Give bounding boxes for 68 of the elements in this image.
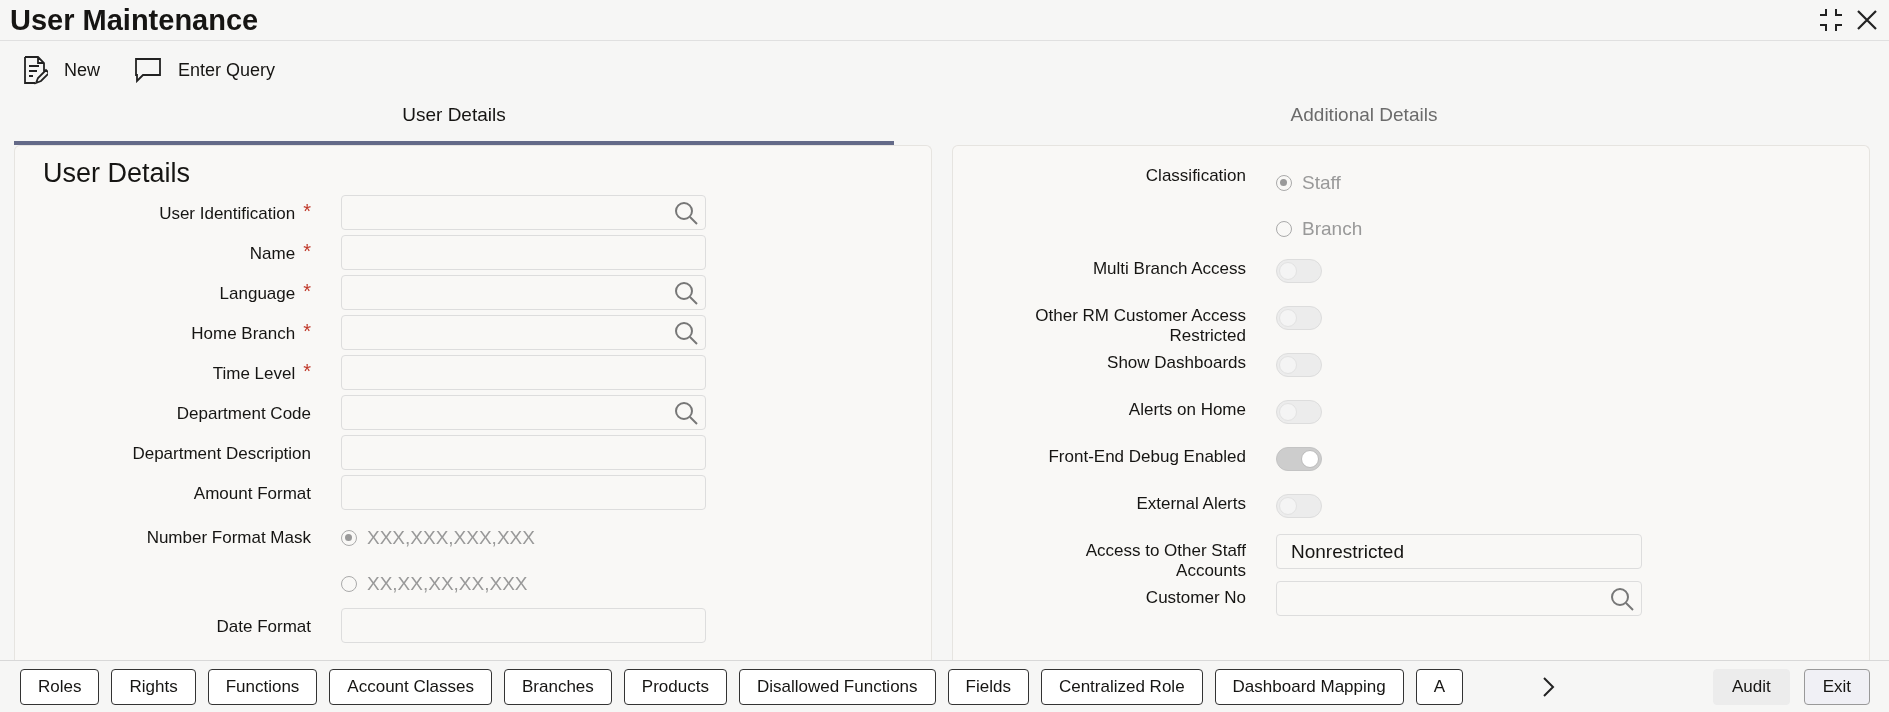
field-label: Department Description bbox=[132, 444, 311, 464]
field-label: Home Branch bbox=[191, 324, 296, 344]
lookup-field[interactable] bbox=[341, 275, 706, 310]
chevron-right-icon[interactable] bbox=[1541, 675, 1555, 698]
input-field[interactable] bbox=[341, 235, 706, 270]
field-label: Access to Other Staff Accounts bbox=[1084, 541, 1246, 581]
footer-button[interactable]: Fields bbox=[947, 668, 1029, 705]
search-icon[interactable] bbox=[673, 199, 699, 226]
input-field[interactable] bbox=[341, 608, 706, 643]
field-label: Show Dashboards bbox=[1107, 353, 1246, 373]
footer-button[interactable]: Roles bbox=[20, 668, 100, 705]
field-label: User Identification bbox=[159, 204, 296, 224]
input-field[interactable] bbox=[341, 435, 706, 470]
collapse-icon[interactable] bbox=[1817, 6, 1845, 34]
field-label: Language bbox=[219, 284, 296, 304]
footer-button[interactable]: Functions bbox=[207, 668, 318, 705]
field-label: External Alerts bbox=[1136, 494, 1246, 514]
input-field[interactable]: Nonrestricted bbox=[1276, 534, 1642, 569]
required-mark: * bbox=[303, 284, 311, 298]
speech-bubble-icon bbox=[134, 57, 162, 83]
field-label: Classification bbox=[1145, 166, 1246, 186]
footer-button[interactable]: Disallowed Functions bbox=[738, 668, 936, 705]
field-label: Number Format Mask bbox=[146, 528, 311, 548]
lookup-field[interactable] bbox=[341, 195, 706, 230]
lookup-field[interactable] bbox=[341, 395, 706, 430]
footer-button[interactable]: A bbox=[1415, 668, 1464, 705]
footer-button[interactable]: Branches bbox=[504, 668, 612, 705]
toggle-switch[interactable] bbox=[1276, 400, 1322, 424]
field-label: Multi Branch Access bbox=[1092, 259, 1246, 279]
field-label: Department Code bbox=[176, 404, 311, 424]
lookup-field[interactable] bbox=[341, 315, 706, 350]
footer-button[interactable]: Rights bbox=[111, 668, 196, 705]
close-icon[interactable] bbox=[1855, 8, 1879, 32]
toggle-switch[interactable] bbox=[1276, 306, 1322, 330]
field-label: Time Level bbox=[212, 364, 296, 384]
field-label: Customer No bbox=[1145, 588, 1246, 608]
footer-button[interactable]: Products bbox=[623, 668, 727, 705]
required-mark: * bbox=[303, 204, 311, 218]
field-label: Amount Format bbox=[193, 484, 311, 504]
toolbar-button[interactable]: Enter Query bbox=[134, 57, 276, 83]
required-mark: * bbox=[303, 324, 311, 338]
lookup-field[interactable] bbox=[1276, 581, 1642, 616]
field-label: Front-End Debug Enabled bbox=[1048, 447, 1246, 467]
action-button[interactable]: Exit bbox=[1803, 668, 1870, 705]
search-icon[interactable] bbox=[673, 399, 699, 426]
field-label: Date Format bbox=[216, 617, 311, 637]
footer-button[interactable]: Account Classes bbox=[329, 668, 492, 705]
input-field[interactable] bbox=[341, 475, 706, 510]
search-icon[interactable] bbox=[673, 279, 699, 306]
input-field[interactable] bbox=[341, 355, 706, 390]
toolbar-button[interactable]: New bbox=[22, 55, 100, 85]
toggle-switch[interactable] bbox=[1276, 353, 1322, 377]
footer-button[interactable]: Dashboard Mapping bbox=[1214, 668, 1404, 705]
required-mark: * bbox=[303, 364, 311, 378]
section-heading: User Details bbox=[43, 158, 192, 189]
document-pencil-icon bbox=[22, 55, 48, 85]
search-icon[interactable] bbox=[673, 319, 699, 346]
field-label: Other RM Customer Access Restricted bbox=[1034, 306, 1246, 346]
tab[interactable]: Additional Details bbox=[924, 89, 1804, 145]
search-icon[interactable] bbox=[1609, 585, 1635, 612]
window-title: User Maintenance bbox=[10, 3, 259, 37]
field-label: Name bbox=[249, 244, 296, 264]
field-label: Alerts on Home bbox=[1128, 400, 1246, 420]
footer-button[interactable]: Centralized Role bbox=[1040, 668, 1203, 705]
toggle-switch[interactable] bbox=[1276, 447, 1322, 471]
toggle-switch[interactable] bbox=[1276, 494, 1322, 518]
required-mark: * bbox=[303, 244, 311, 258]
toggle-switch[interactable] bbox=[1276, 259, 1322, 283]
